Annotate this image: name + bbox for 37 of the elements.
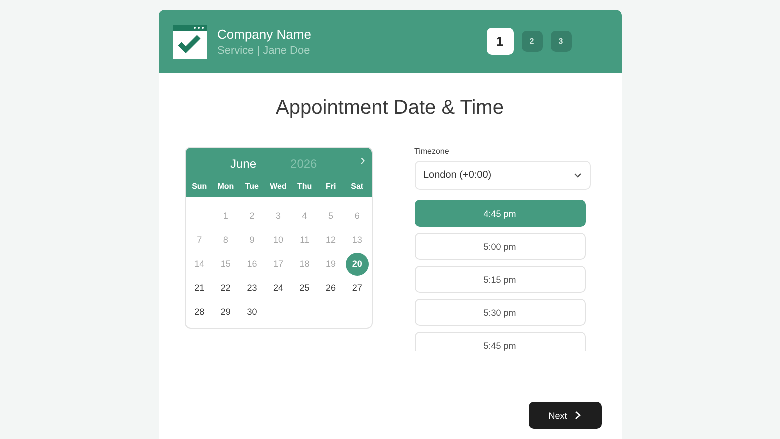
page-title: Appointment Date & Time xyxy=(275,97,505,120)
month-label[interactable]: June xyxy=(230,156,257,170)
step-indicator[interactable]: 2 xyxy=(522,31,542,52)
time-slot[interactable]: 5:45 pm xyxy=(414,332,586,351)
timezone-label: Timezone xyxy=(414,147,450,156)
service-subtitle: Service | Jane Doe xyxy=(218,44,312,56)
chevron-down-icon xyxy=(574,173,582,178)
weekday-label: Sat xyxy=(350,181,365,193)
weekday-label: Tue xyxy=(244,181,260,193)
calendar-day[interactable]: 28 xyxy=(188,300,212,324)
calendar-check-icon xyxy=(172,24,206,58)
calendar-day[interactable]: 27 xyxy=(346,276,369,300)
calendar-day[interactable]: 20 xyxy=(346,252,369,276)
weekday-label: Thu xyxy=(296,181,314,193)
next-month-button[interactable]: › xyxy=(360,152,366,169)
calendar-day[interactable]: 30 xyxy=(240,300,264,324)
weekday-label: Wed xyxy=(269,181,288,193)
time-slot[interactable]: 5:00 pm xyxy=(414,233,586,260)
weekday-label: Mon xyxy=(216,181,236,193)
step-indicator[interactable]: 3 xyxy=(550,31,572,52)
calendar-day[interactable]: 23 xyxy=(240,276,264,300)
timezone-select[interactable]: London (+0:00) xyxy=(414,161,590,190)
step-indicator[interactable]: 1 xyxy=(486,28,514,55)
chevron-right-icon xyxy=(575,411,582,420)
next-button[interactable]: Next xyxy=(528,402,602,429)
time-slot[interactable]: 4:45 pm xyxy=(414,200,586,227)
time-slot[interactable]: 5:15 pm xyxy=(414,266,586,293)
calendar-day[interactable]: 26 xyxy=(320,276,343,300)
weekday-label: Sun xyxy=(191,181,208,193)
company-name: Company Name xyxy=(218,26,312,42)
calendar-day[interactable]: 24 xyxy=(266,276,290,300)
calendar-day[interactable]: 29 xyxy=(214,300,238,324)
calendar-day[interactable]: 25 xyxy=(293,276,316,300)
weekday-label: Fri xyxy=(324,181,338,193)
calendar-day[interactable]: 21 xyxy=(188,276,212,300)
calendar-day[interactable]: 22 xyxy=(214,276,238,300)
time-slot[interactable]: 5:30 pm xyxy=(414,299,586,326)
